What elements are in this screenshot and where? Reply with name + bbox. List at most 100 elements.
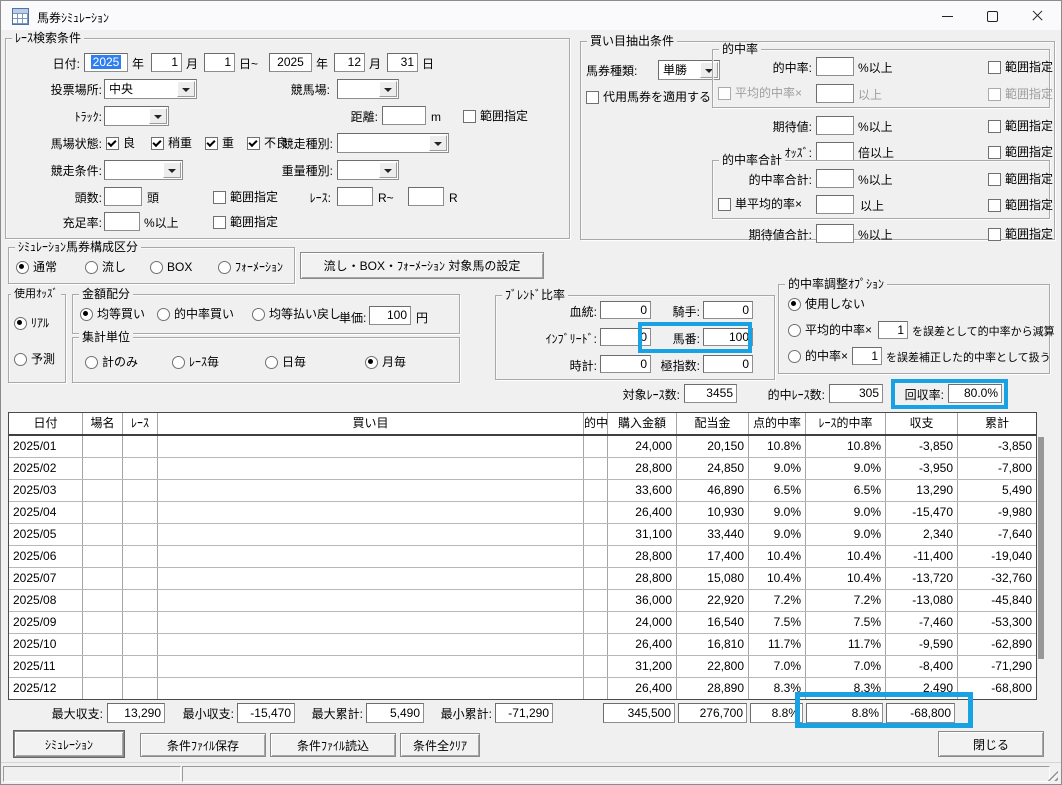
race-to-input[interactable]	[408, 187, 444, 206]
table-cell: -13,080	[886, 590, 958, 611]
race-from-input[interactable]	[337, 187, 373, 206]
amount-hitrate-buy-radio[interactable]: 的中率買い	[157, 308, 234, 321]
unit-price-input[interactable]: 100	[369, 306, 411, 325]
adjust-avg-input[interactable]: 1	[878, 321, 908, 339]
table-row[interactable]: 2025/01 24,000 20,150 10.8% 10.8% -3,850 -3,85…	[9, 436, 1036, 458]
track-select[interactable]	[104, 106, 169, 126]
year-to-input[interactable]: 2025	[269, 53, 312, 72]
single-avg-checkbox[interactable]: 単平均的率×	[718, 198, 802, 211]
table-row[interactable]: 2025/03 33,600 46,890 6.5% 6.5% 13,290 5,490	[9, 480, 1036, 502]
racecond-select[interactable]	[104, 160, 183, 180]
simkind-nagashi-radio[interactable]: 流し	[85, 261, 126, 274]
table-cell: -9,980	[997, 505, 1032, 519]
day-from-input[interactable]: 1	[204, 53, 235, 72]
avg-hit-checkbox[interactable]: 平均的中率×	[718, 87, 802, 100]
expect-total-range-checkbox[interactable]: 範囲指定	[988, 228, 1053, 241]
jockey-input[interactable]: 0	[703, 301, 753, 319]
distance-range-checkbox[interactable]: 範囲指定	[463, 110, 528, 123]
table-row[interactable]: 2025/05 31,100 33,440 9.0% 9.0% 2,340 -7,640	[9, 524, 1036, 546]
maximize-button[interactable]	[970, 1, 1015, 29]
table-row[interactable]: 2025/09 24,000 16,540 7.5% 7.5% -7,460 -53,300	[9, 612, 1036, 634]
unit-price-label: 単価:	[339, 311, 367, 325]
blood-input[interactable]: 0	[600, 301, 651, 319]
close-dialog-button[interactable]: 閉じる	[938, 731, 1044, 757]
adjust-none-radio[interactable]: 使用しない	[788, 298, 865, 311]
simkind-normal-radio[interactable]: 通常	[16, 261, 57, 274]
racetype-select[interactable]	[337, 133, 449, 153]
weight-select[interactable]	[337, 160, 399, 180]
alternate-ticket-checkbox[interactable]: 代用馬券を適用する	[586, 91, 711, 104]
umaban-input[interactable]: 100	[703, 328, 753, 346]
heads-range-checkbox[interactable]: 範囲指定	[213, 191, 278, 204]
heads-input[interactable]	[104, 187, 142, 206]
odds-real-radio[interactable]: ﾘｱﾙ	[14, 317, 49, 330]
table-row[interactable]: 2025/10 26,400 16,810 11.7% 11.7% -9,590 -62,8…	[9, 634, 1036, 656]
table-cell: 11.7%	[806, 634, 886, 655]
inbreed-input[interactable]: 0	[600, 328, 651, 346]
save-condition-button[interactable]: 条件ﾌｧｲﾙ保存	[140, 733, 266, 757]
fill-rate-input[interactable]	[104, 212, 140, 231]
avg-hit-range-checkbox[interactable]: 範囲指定	[988, 88, 1053, 101]
agg-per-month-radio[interactable]: 月毎	[365, 356, 406, 369]
agg-per-race-radio[interactable]: ﾚｰｽ毎	[172, 356, 219, 369]
table-cell	[158, 678, 584, 699]
baba-slightly-heavy-checkbox[interactable]: 稍重	[151, 137, 192, 150]
baba-heavy-checkbox[interactable]: 重	[205, 137, 234, 150]
month-to-input[interactable]: 12	[334, 53, 365, 72]
close-button[interactable]	[1015, 1, 1061, 29]
table-row[interactable]: 2025/11 31,200 22,800 7.0% 7.0% -8,400 -71,290	[9, 656, 1036, 678]
simkind-box-radio[interactable]: BOX	[150, 261, 192, 274]
clear-condition-button[interactable]: 条件全ｸﾘｱ	[400, 733, 480, 757]
table-row[interactable]: 2025/04 26,400 10,930 9.0% 9.0% -15,470 -9,980	[9, 502, 1036, 524]
day-to-input[interactable]: 31	[387, 53, 418, 72]
amount-equal-payout-radio[interactable]: 均等払い戻し	[252, 308, 341, 321]
amount-equal-buy-radio[interactable]: 均等買い	[80, 308, 145, 321]
table-scrollbar[interactable]	[1038, 437, 1044, 659]
expect-total-input[interactable]	[816, 224, 854, 243]
table-cell	[83, 436, 123, 457]
year-from-input[interactable]: 2025	[84, 53, 128, 72]
table-row[interactable]: 2025/12 26,400 28,890 8.3% 8.3% 2,490 -68,800	[9, 678, 1036, 699]
odds-range-checkbox[interactable]: 範囲指定	[988, 146, 1053, 159]
odds-predict-radio[interactable]: 予測	[14, 353, 55, 366]
minimize-button[interactable]	[925, 1, 970, 29]
ticket-type-select[interactable]: 単勝	[658, 60, 720, 80]
single-avg-range-checkbox[interactable]: 範囲指定	[988, 199, 1053, 212]
adjust-hit-radio[interactable]: 的中率×	[788, 350, 848, 363]
month-from-input[interactable]: 1	[151, 53, 182, 72]
table-cell: 7.0%	[806, 656, 886, 677]
single-avg-input[interactable]	[816, 195, 854, 214]
distance-input[interactable]	[382, 106, 426, 125]
table-row[interactable]: 2025/06 28,800 17,400 10.4% 10.4% -11,400 -19,…	[9, 546, 1036, 568]
table-cell	[83, 656, 123, 677]
percent-unit: %以上	[858, 61, 893, 75]
target-horse-setup-button[interactable]: 流し・BOX・ﾌｫｰﾒｰｼｮﾝ 対象馬の設定	[300, 252, 544, 279]
simkind-formation-radio[interactable]: ﾌｫｰﾒｰｼｮﾝ	[218, 261, 283, 274]
kiwami-input[interactable]: 0	[703, 355, 753, 373]
odds-input[interactable]	[816, 142, 854, 161]
expect-input[interactable]	[816, 116, 854, 135]
adjust-hit-input[interactable]: 1	[852, 347, 882, 365]
baba-label: 馬場状態:	[50, 137, 102, 151]
table-row[interactable]: 2025/02 28,800 24,850 9.0% 9.0% -3,950 -7,800	[9, 458, 1036, 480]
adjust-avg-radio[interactable]: 平均的中率×	[788, 324, 872, 337]
course-select[interactable]	[337, 79, 399, 99]
expect-range-checkbox[interactable]: 範囲指定	[988, 120, 1053, 133]
table-cell	[584, 568, 608, 589]
baba-good-checkbox[interactable]: 良	[106, 137, 135, 150]
hit-total-range-checkbox[interactable]: 範囲指定	[988, 173, 1053, 186]
table-row[interactable]: 2025/07 28,800 15,080 10.4% 10.4% -13,720 -32,…	[9, 568, 1036, 590]
hit-total-input[interactable]	[816, 169, 854, 188]
hit-range-checkbox[interactable]: 範囲指定	[988, 61, 1053, 74]
place-select[interactable]: 中央	[104, 79, 197, 99]
fill-range-checkbox[interactable]: 範囲指定	[213, 216, 278, 229]
load-condition-button[interactable]: 条件ﾌｧｲﾙ読込	[270, 733, 396, 757]
hit-rate-input[interactable]	[816, 57, 854, 76]
checkbox-box	[463, 110, 476, 123]
table-row[interactable]: 2025/08 36,000 22,920 7.2% 7.2% -13,080 -45,84…	[9, 590, 1036, 612]
table-cell	[123, 502, 158, 523]
agg-per-day-radio[interactable]: 日毎	[265, 356, 306, 369]
agg-total-only-radio[interactable]: 計のみ	[85, 356, 138, 369]
avg-hit-input[interactable]	[816, 84, 854, 103]
simulate-button[interactable]: ｼﾐｭﾚｰｼｮﾝ	[14, 731, 124, 757]
